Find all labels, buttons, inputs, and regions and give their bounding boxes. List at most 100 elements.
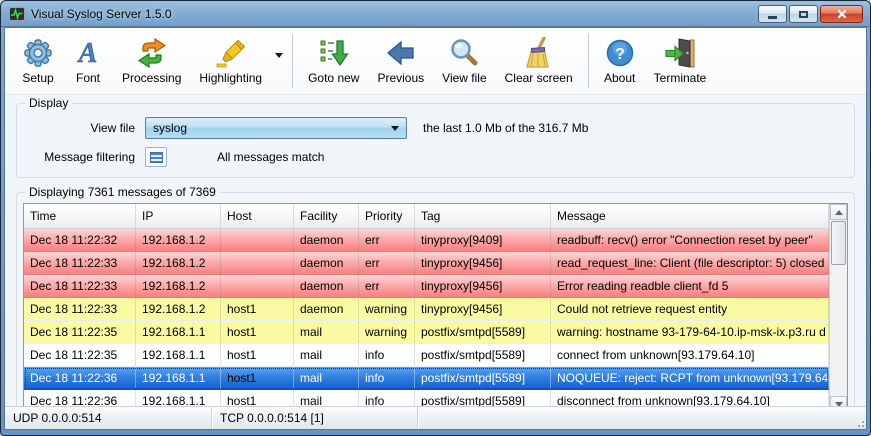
- cell-message: warning: hostname 93-179-64-10.ip-msk-ix…: [551, 321, 829, 343]
- clear-screen-label: Clear screen: [505, 71, 573, 85]
- font-button[interactable]: A Font: [63, 33, 113, 89]
- scroll-up-button[interactable]: [830, 204, 847, 220]
- cell-facility: mail: [294, 321, 359, 343]
- message-filtering-button[interactable]: [145, 147, 167, 167]
- cell-facility: daemon: [294, 298, 359, 320]
- cell-facility: mail: [294, 344, 359, 366]
- gear-icon: [22, 37, 54, 69]
- table-row[interactable]: Dec 18 11:22:36 192.168.1.1 host1 mail i…: [24, 367, 829, 390]
- about-button[interactable]: ? About: [595, 33, 645, 89]
- cell-ip: 192.168.1.2: [136, 298, 221, 320]
- message-filtering-label: Message filtering: [35, 150, 135, 164]
- title-bar[interactable]: Visual Syslog Server 1.5.0: [1, 1, 870, 27]
- cell-message: Error reading readble client_fd 5: [551, 275, 829, 297]
- view-file-label: View file: [442, 71, 486, 85]
- messages-group-label: Displaying 7361 messages of 7369: [25, 185, 220, 199]
- client-area: Setup A Font Processing: [4, 27, 867, 430]
- cell-time: Dec 18 11:22:33: [24, 252, 136, 274]
- highlighting-button[interactable]: Highlighting: [190, 33, 271, 89]
- log-rows: Dec 18 11:22:32 192.168.1.2 daemon err t…: [24, 229, 829, 412]
- highlighting-dropdown-button[interactable]: [271, 35, 286, 87]
- cell-priority: err: [359, 275, 415, 297]
- table-row[interactable]: Dec 18 11:22:35 192.168.1.1 host1 mail w…: [24, 321, 829, 344]
- close-button[interactable]: [820, 5, 863, 23]
- cell-message: connect from unknown[93.179.64.10]: [551, 344, 829, 366]
- app-window: Visual Syslog Server 1.5.0: [0, 0, 871, 436]
- cell-tag: postfix/smtpd[5589]: [415, 344, 551, 366]
- toolbar-separator: [588, 34, 589, 88]
- setup-label: Setup: [22, 71, 53, 85]
- highlighter-icon: [215, 37, 247, 69]
- scrollbar-thumb[interactable]: [831, 221, 846, 265]
- column-header-priority[interactable]: Priority: [359, 204, 415, 228]
- cell-time: Dec 18 11:22:32: [24, 229, 136, 251]
- cell-host: host1: [221, 298, 294, 320]
- table-row[interactable]: Dec 18 11:22:32 192.168.1.2 daemon err t…: [24, 229, 829, 252]
- view-file-button[interactable]: View file: [433, 33, 495, 89]
- column-header-time[interactable]: Time: [24, 204, 136, 228]
- maximize-icon: [799, 11, 808, 18]
- cell-host: host1: [221, 321, 294, 343]
- cell-ip: 192.168.1.2: [136, 275, 221, 297]
- exit-door-icon: [664, 37, 696, 69]
- table-header: Time IP Host Facility Priority Tag Messa…: [24, 204, 829, 229]
- font-label: Font: [76, 71, 100, 85]
- cell-message: readbuff: recv() error "Connection reset…: [551, 229, 829, 251]
- goto-new-icon: [318, 37, 350, 69]
- view-file-combobox[interactable]: syslog: [145, 117, 407, 139]
- processing-button[interactable]: Processing: [113, 33, 190, 89]
- font-icon: A: [72, 37, 104, 69]
- minimize-button[interactable]: [758, 5, 787, 23]
- cell-tag: postfix/smtpd[5589]: [415, 367, 551, 389]
- cell-time: Dec 18 11:22:33: [24, 298, 136, 320]
- terminate-button[interactable]: Terminate: [645, 33, 716, 89]
- column-header-ip[interactable]: IP: [136, 204, 221, 228]
- column-header-message[interactable]: Message: [551, 204, 829, 228]
- clear-screen-button[interactable]: Clear screen: [496, 33, 582, 89]
- vertical-scrollbar[interactable]: [829, 204, 847, 412]
- table-row[interactable]: Dec 18 11:22:33 192.168.1.2 host1 daemon…: [24, 298, 829, 321]
- maximize-button[interactable]: [789, 5, 818, 23]
- cell-facility: daemon: [294, 275, 359, 297]
- setup-button[interactable]: Setup: [13, 33, 63, 89]
- broom-icon: [523, 37, 555, 69]
- file-size-text: the last 1.0 Mb of the 316.7 Mb: [423, 121, 588, 135]
- column-header-facility[interactable]: Facility: [294, 204, 359, 228]
- goto-new-button[interactable]: Goto new: [299, 33, 368, 89]
- cell-ip: 192.168.1.2: [136, 252, 221, 274]
- column-header-host[interactable]: Host: [221, 204, 294, 228]
- cell-message: NOQUEUE: reject: RCPT from unknown[93.17…: [551, 367, 829, 389]
- display-group: Display View file syslog the last 1.0 Mb…: [16, 103, 855, 178]
- resize-grip[interactable]: [854, 417, 864, 427]
- cell-time: Dec 18 11:22:36: [24, 367, 136, 389]
- scrollbar-track[interactable]: [830, 266, 847, 396]
- cell-host: [221, 252, 294, 274]
- cell-tag: tinyproxy[9409]: [415, 229, 551, 251]
- table-row[interactable]: Dec 18 11:22:33 192.168.1.2 daemon err t…: [24, 252, 829, 275]
- toolbar-separator: [292, 34, 293, 88]
- processing-icon: [136, 37, 168, 69]
- cell-host: [221, 229, 294, 251]
- previous-button[interactable]: Previous: [368, 33, 433, 89]
- about-label: About: [604, 71, 635, 85]
- tcp-status-panel: TCP 0.0.0.0:514 [1]: [212, 407, 418, 429]
- cell-priority: info: [359, 367, 415, 389]
- udp-status-panel: UDP 0.0.0.0:514: [5, 407, 212, 429]
- column-header-tag[interactable]: Tag: [415, 204, 551, 228]
- table-row[interactable]: Dec 18 11:22:33 192.168.1.2 daemon err t…: [24, 275, 829, 298]
- cell-time: Dec 18 11:22:35: [24, 344, 136, 366]
- previous-arrow-icon: [385, 37, 417, 69]
- cell-priority: warning: [359, 298, 415, 320]
- status-bar: UDP 0.0.0.0:514 TCP 0.0.0.0:514 [1]: [5, 406, 866, 429]
- svg-text:A: A: [77, 38, 98, 69]
- goto-new-label: Goto new: [308, 71, 359, 85]
- cell-ip: 192.168.1.2: [136, 229, 221, 251]
- cell-ip: 192.168.1.1: [136, 321, 221, 343]
- cell-priority: err: [359, 252, 415, 274]
- cell-facility: mail: [294, 367, 359, 389]
- tcp-status-text: TCP 0.0.0.0:514 [1]: [220, 411, 324, 425]
- table-row[interactable]: Dec 18 11:22:35 192.168.1.1 host1 mail i…: [24, 344, 829, 367]
- cell-priority: warning: [359, 321, 415, 343]
- cell-message: Could not retrieve request entity: [551, 298, 829, 320]
- view-file-field-label: View file: [35, 121, 135, 135]
